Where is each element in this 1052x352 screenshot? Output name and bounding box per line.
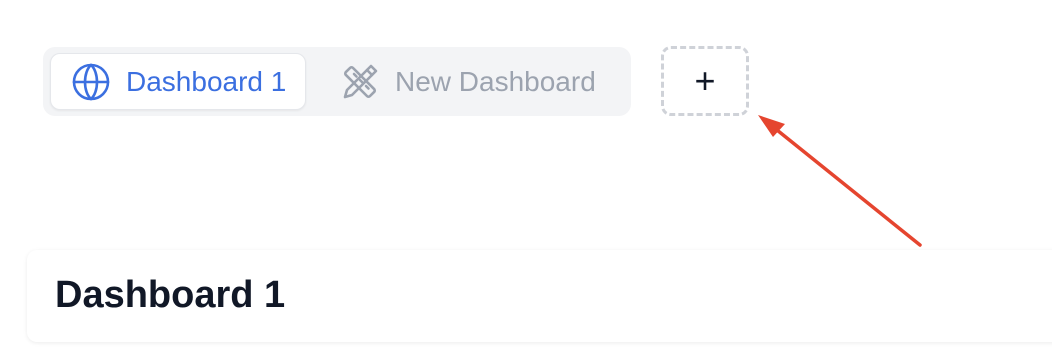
tab-label: Dashboard 1 [126, 65, 287, 97]
dashboard-tab-bar: Dashboard 1 New Dashboard [43, 47, 631, 116]
plus-icon: + [694, 60, 716, 101]
stage: Dashboard 1 New Dashboard + Dashboard 1 [0, 0, 1052, 352]
page-title: Dashboard 1 [55, 274, 286, 316]
globe-icon [71, 62, 111, 102]
dashboard-content-card: Dashboard 1 [27, 250, 1052, 342]
tab-dashboard-1[interactable]: Dashboard 1 [50, 53, 306, 110]
tab-new-dashboard[interactable]: New Dashboard [328, 53, 618, 110]
pencil-ruler-icon [340, 62, 380, 102]
add-dashboard-button[interactable]: + [661, 46, 749, 116]
tab-label: New Dashboard [395, 65, 596, 97]
